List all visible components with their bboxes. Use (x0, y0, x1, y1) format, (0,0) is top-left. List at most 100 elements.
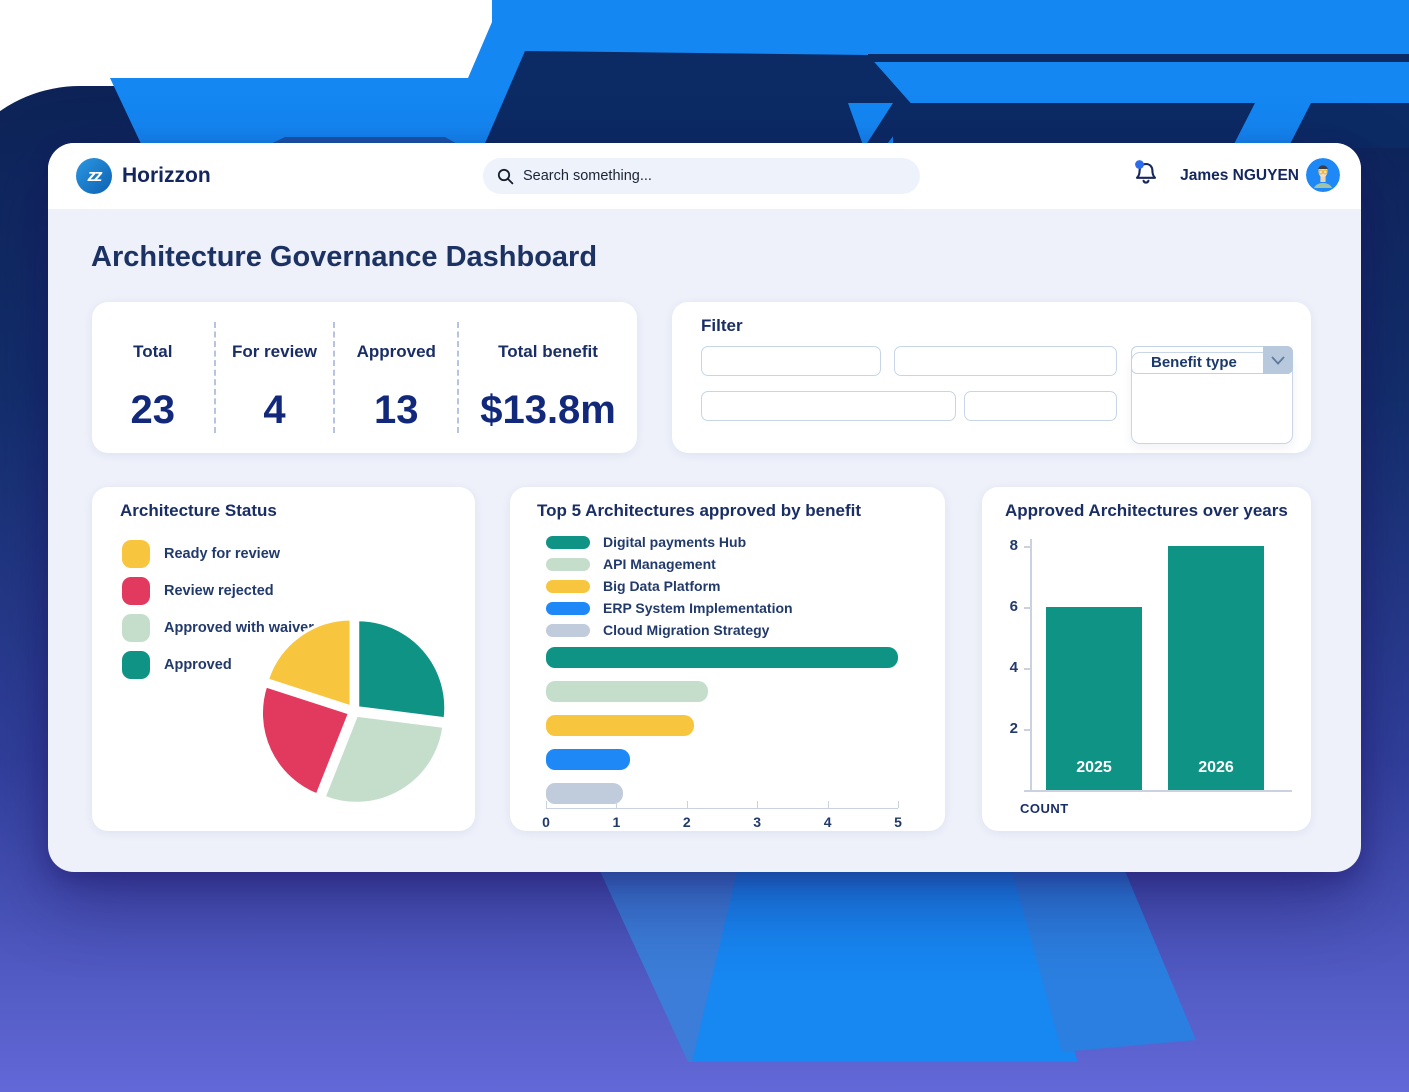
vbar-axis-label: COUNT (1020, 801, 1069, 816)
vbar-x-axis-line (1024, 790, 1292, 792)
legend-label: Cloud Migration Strategy (603, 622, 769, 638)
bar-year-label: 2026 (1168, 759, 1264, 777)
stat-value: $13.8m (459, 388, 637, 433)
legend-label: Big Data Platform (603, 578, 720, 594)
hbar-x-axis: 012345 (546, 808, 898, 809)
notification-bell[interactable] (1129, 157, 1165, 193)
legend-swatch (122, 540, 150, 568)
filter-title: Filter (701, 316, 743, 336)
stat-approved: Approved 13 (333, 322, 457, 433)
legend-label: Approved (164, 657, 232, 673)
y-tick-label: 6 (996, 598, 1018, 615)
pie-chart (256, 613, 452, 809)
dropdown-select[interactable] (1131, 346, 1293, 374)
user-name: James NGUYEN (1180, 167, 1299, 185)
bar-api-management (546, 681, 708, 702)
stat-value: 23 (92, 388, 214, 433)
bar-big-data-platform (546, 715, 694, 736)
legend-item: Big Data Platform (546, 575, 793, 597)
dropdown-chevron-button[interactable] (1263, 346, 1293, 374)
y-tick-mark (1024, 668, 1031, 670)
legend-item: Digital payments Hub (546, 531, 793, 553)
bar-cloud-migration-strategy (546, 783, 623, 804)
bar-erp-system-implementation (546, 749, 630, 770)
axis-tick-label: 2 (677, 814, 697, 830)
filter-input-2[interactable] (894, 346, 1117, 376)
legend-swatch (546, 558, 590, 571)
y-tick-label: 2 (996, 720, 1018, 737)
legend-label: Review rejected (164, 583, 274, 599)
y-tick-mark (1024, 546, 1031, 548)
pie-slice-approved (358, 620, 446, 719)
legend-swatch (546, 580, 590, 593)
axis-tick-label: 3 (747, 814, 767, 830)
stat-total-benefit: Total benefit$13.8m (457, 322, 637, 433)
brand-logo-icon: zz (76, 158, 112, 194)
stat-value: 4 (216, 388, 334, 433)
bar-2025: 2025 (1046, 607, 1142, 790)
legend-item: Review rejected (122, 572, 314, 609)
vbar-chart-card: Approved Architectures over years COUNT … (982, 487, 1311, 831)
page: { "header": { "brand": "Horizzon", "logo… (0, 0, 1409, 1092)
y-tick-label: 4 (996, 659, 1018, 676)
legend-swatch (122, 614, 150, 642)
legend-swatch (546, 602, 590, 615)
brand-name: Horizzon (122, 164, 211, 188)
filter-card: Filter Benefit type Cost avoidanceCost r… (672, 302, 1311, 453)
hbar-chart-title: Top 5 Architectures approved by benefit (537, 501, 861, 521)
y-tick-mark (1024, 729, 1031, 731)
legend-item: Cloud Migration Strategy (546, 619, 793, 641)
vbar-y-axis (1030, 539, 1032, 790)
legend-swatch (122, 651, 150, 679)
top-bar: zz Horizzon James NGUYEN (48, 143, 1361, 209)
legend-swatch (546, 536, 590, 549)
bar-2026: 2026 (1168, 546, 1264, 790)
filter-input-4[interactable] (964, 391, 1117, 421)
filter-input-3[interactable] (701, 391, 956, 421)
legend-item: Ready for review (122, 535, 314, 572)
stat-for-review: For review 4 (214, 322, 334, 433)
hbar-plot (546, 647, 898, 808)
pie-chart-title: Architecture Status (120, 501, 277, 521)
dashboard-card: zz Horizzon James NGUYEN (48, 143, 1361, 872)
axis-tick (687, 801, 688, 808)
bar-digital-payments-hub (546, 647, 898, 668)
filter-input-1[interactable] (701, 346, 881, 376)
hbar-chart-card: Top 5 Architectures approved by benefit … (510, 487, 945, 831)
page-title: Architecture Governance Dashboard (91, 241, 597, 274)
legend-swatch (546, 624, 590, 637)
stat-label: Approved (335, 342, 457, 362)
stat-label: Total (92, 342, 214, 362)
stat-label: For review (216, 342, 334, 362)
legend-item: ERP System Implementation (546, 597, 793, 619)
axis-tick (828, 801, 829, 808)
axis-tick-label: 1 (606, 814, 626, 830)
hbar-legend: Digital payments Hub API Management Big Da… (546, 531, 793, 641)
pie-chart-card: Architecture Status Ready for review Revi… (92, 487, 475, 831)
search-input[interactable] (523, 168, 906, 184)
axis-tick (757, 801, 758, 808)
legend-item: API Management (546, 553, 793, 575)
stats-card: Total 23 For review 4 Approved 13Total benefi… (92, 302, 637, 453)
axis-tick (898, 801, 899, 808)
axis-tick-label: 0 (536, 814, 556, 830)
y-tick-mark (1024, 607, 1031, 609)
axis-tick (616, 801, 617, 808)
search-bar[interactable] (483, 158, 920, 194)
vbar-chart-title: Approved Architectures over years (1005, 501, 1288, 521)
search-icon (497, 168, 514, 185)
axis-tick (546, 801, 547, 808)
user-avatar[interactable] (1306, 158, 1340, 192)
notification-dot (1135, 160, 1144, 169)
legend-label: Digital payments Hub (603, 534, 746, 550)
stat-total: Total 23 (92, 322, 214, 433)
stat-value: 13 (335, 388, 457, 433)
legend-label: Ready for review (164, 546, 280, 562)
bar-year-label: 2025 (1046, 759, 1142, 777)
axis-tick-label: 5 (888, 814, 908, 830)
y-tick-label: 8 (996, 537, 1018, 554)
chevron-down-icon (1271, 356, 1285, 365)
axis-tick-label: 4 (818, 814, 838, 830)
legend-swatch (122, 577, 150, 605)
legend-label: ERP System Implementation (603, 600, 793, 616)
